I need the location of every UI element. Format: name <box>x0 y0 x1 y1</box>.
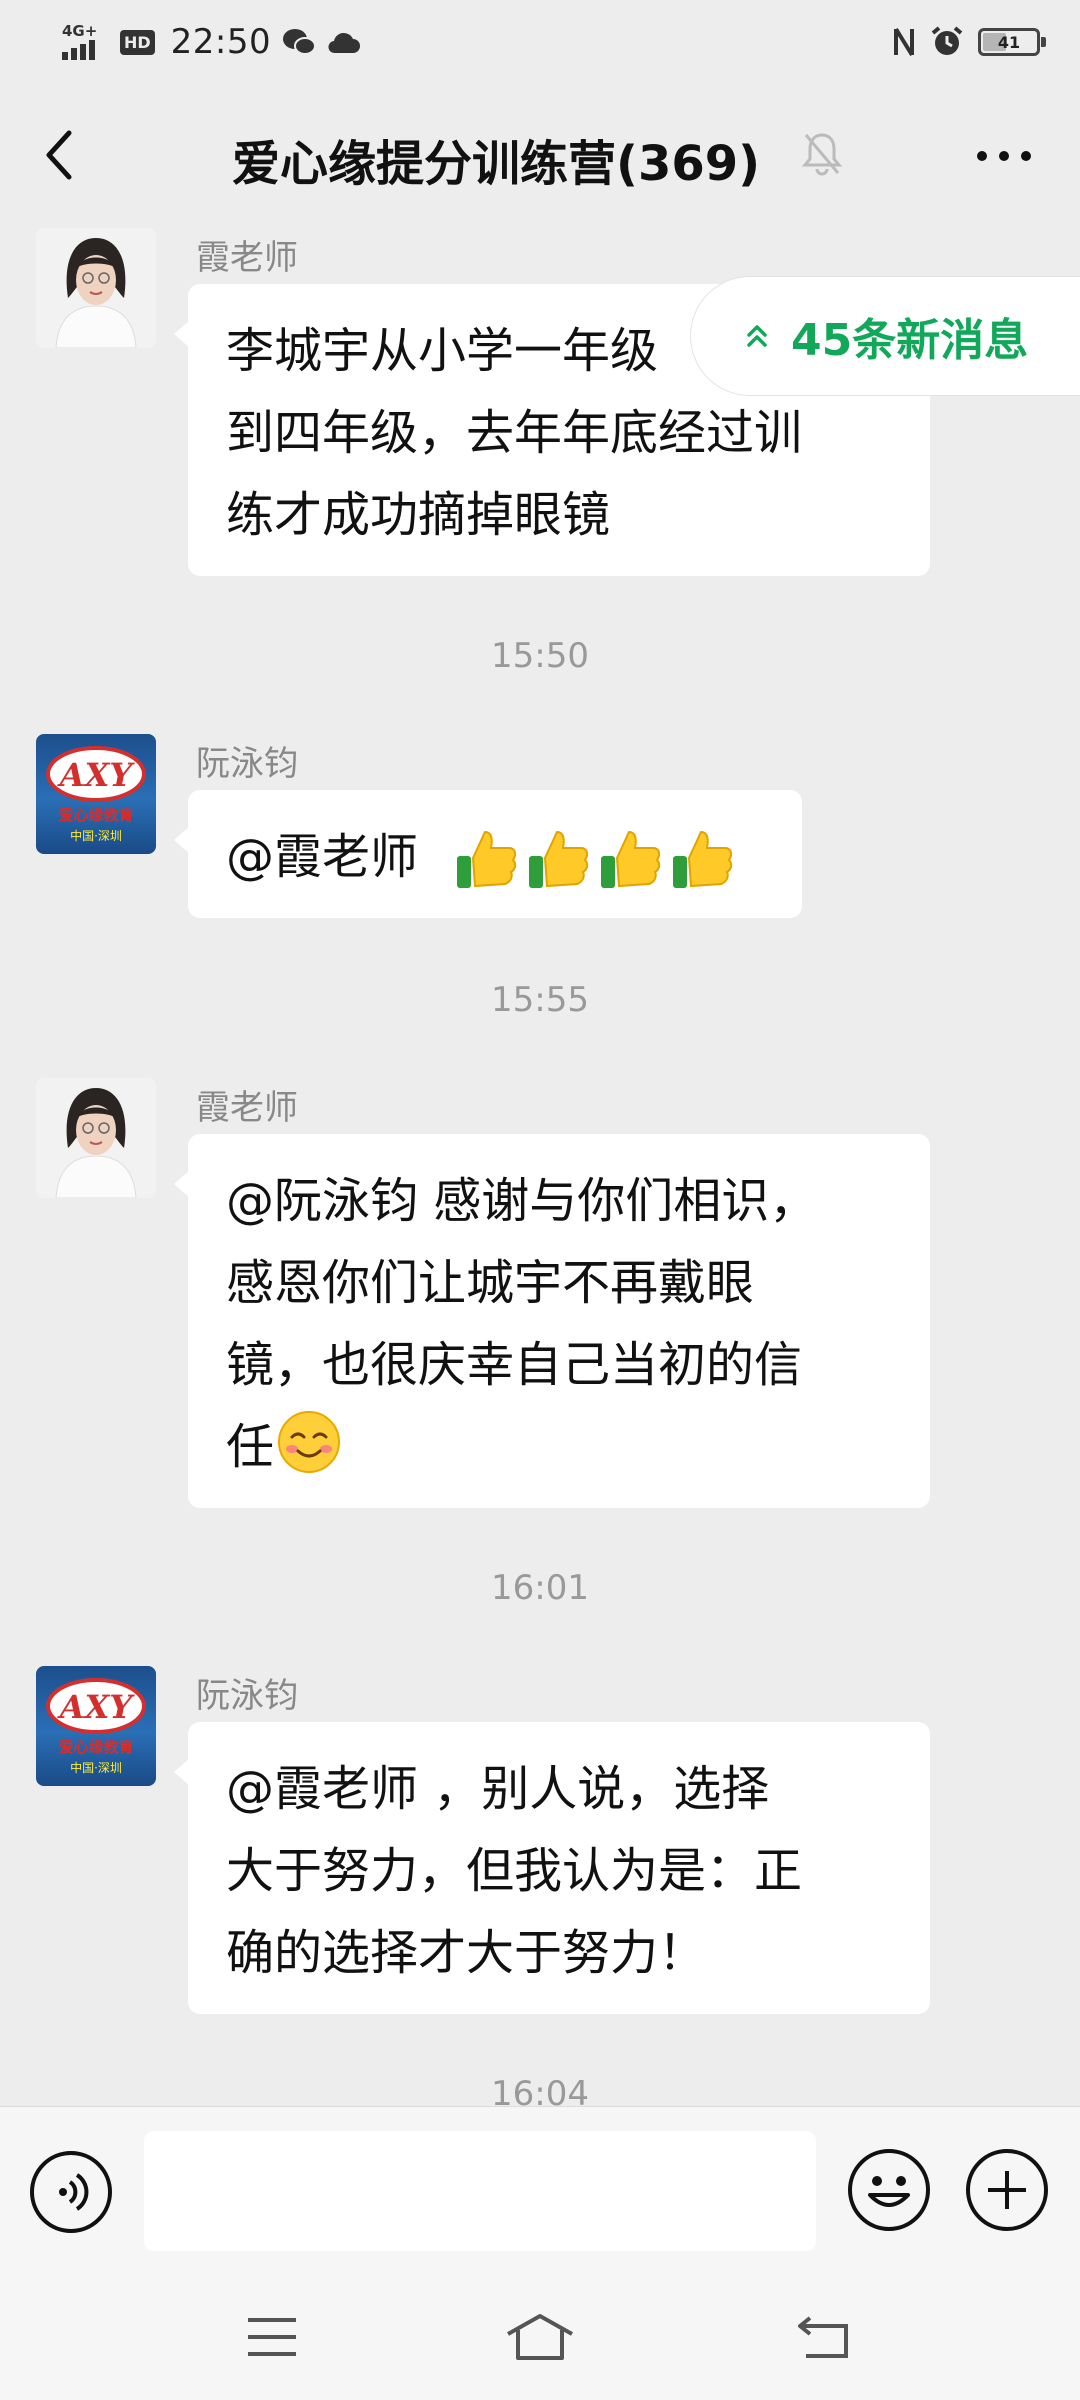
network-type: 4G+ <box>62 22 98 40</box>
woman-portrait-icon <box>36 1078 156 1198</box>
alarm-icon <box>931 26 963 55</box>
message-line-last: 任 <box>226 1406 892 1488</box>
message-line: @阮泳钧 感谢与你们相识， <box>226 1173 818 1229</box>
back-icon <box>46 130 72 180</box>
back-button[interactable] <box>30 120 86 190</box>
message-line: 任 <box>226 1419 275 1475</box>
input-bar <box>0 2106 1080 2272</box>
sender-name: 阮泳钧 <box>196 1676 298 1716</box>
thumbs-up-icon <box>529 830 589 888</box>
signal-icon: 4G+ <box>60 22 110 62</box>
message-line: @霞老师 <box>226 829 419 885</box>
emoji-group <box>453 826 737 894</box>
emoji-button[interactable] <box>848 2149 930 2231</box>
chat-header: 爱心缘提分训练营(369) <box>0 84 1080 226</box>
svg-text:中国·深圳: 中国·深圳 <box>70 828 122 843</box>
double-chevron-up-icon <box>747 325 767 347</box>
more-button[interactable] <box>964 130 1044 182</box>
status-left: 4G+ HD 22:50 <box>60 18 361 66</box>
message-line: 镜，也很庆幸自己当初的信 <box>226 1337 803 1393</box>
svg-text:AXY: AXY <box>57 1688 136 1726</box>
message-bubble[interactable]: @霞老师 ，别人说，选择 大于努力，但我认为是：正 确的选择才大于努力！ <box>174 1722 930 2014</box>
home-icon <box>507 2314 573 2360</box>
avatar[interactable]: AXY 爱心缘教育 中国·深圳 <box>36 734 156 854</box>
thumbs-up-icon <box>601 830 661 888</box>
more-icon <box>977 151 987 161</box>
new-messages-button[interactable]: 45条新消息 <box>690 276 1080 396</box>
timestamp: 16:04 <box>491 2074 589 2106</box>
message-line: 到四年级，去年年底经过训 <box>226 405 803 461</box>
system-nav-bar <box>0 2272 1080 2400</box>
timestamp: 15:50 <box>491 636 589 676</box>
avatar[interactable] <box>36 1078 156 1198</box>
message-list[interactable]: 霞老师 李城宇从小学一年级 到四年级，去年年底经过训 练才成功摘掉眼镜 15:5… <box>0 226 1080 2106</box>
battery-level: 41 <box>997 32 1021 52</box>
axy-logo-icon: AXY 爱心缘教育 中国·深圳 <box>46 1678 146 1775</box>
wechat-notification-icon <box>283 29 317 55</box>
menu-icon <box>248 2318 296 2356</box>
timestamp: 16:01 <box>491 1568 589 1608</box>
message-bubble[interactable]: @霞老师 <box>174 790 802 918</box>
message-line: 大于努力，但我认为是：正 <box>226 1843 803 1899</box>
plus-button[interactable] <box>966 2149 1048 2231</box>
smiling-face-icon <box>278 1411 341 1473</box>
message-line: 确的选择才大于努力！ <box>226 1925 707 1981</box>
thumbs-up-icon <box>457 830 517 888</box>
hd-badge: HD <box>120 29 155 55</box>
plus-icon <box>988 2171 1026 2209</box>
avatar[interactable] <box>36 228 156 348</box>
back-nav-icon <box>798 2316 848 2358</box>
emoji-icon <box>868 2176 910 2207</box>
svg-text:中国·深圳: 中国·深圳 <box>70 1760 122 1775</box>
voice-icon <box>59 2173 89 2211</box>
battery-indicator: 41 <box>978 28 1046 56</box>
woman-portrait-icon <box>36 228 156 348</box>
message-line: @霞老师 ，别人说，选择 <box>226 1761 770 1817</box>
mute-bell-icon <box>801 133 843 176</box>
avatar[interactable]: AXY 爱心缘教育 中国·深圳 <box>36 1666 156 1786</box>
nfc-icon <box>894 27 914 57</box>
message-line: 练才成功摘掉眼镜 <box>226 487 611 543</box>
page-title: 爱心缘提分训练营(369) <box>232 136 761 192</box>
svg-text:爱心缘教育: 爱心缘教育 <box>58 1738 133 1756</box>
status-right: 41 <box>892 22 1046 62</box>
message-bubble[interactable]: @阮泳钧 感谢与你们相识， 感恩你们让城宇不再戴眼 镜，也很庆幸自己当初的信 任 <box>174 1134 930 1508</box>
thumbs-up-icon <box>673 830 733 888</box>
axy-logo-icon: AXY 爱心缘教育 中国·深圳 <box>46 746 146 843</box>
message-line: 感恩你们让城宇不再戴眼 <box>226 1255 755 1311</box>
sender-name: 阮泳钧 <box>196 744 298 784</box>
svg-text:爱心缘教育: 爱心缘教育 <box>58 806 133 824</box>
new-messages-label: 45条新消息 <box>791 315 1029 366</box>
status-time: 22:50 <box>170 22 272 62</box>
back-nav-button[interactable] <box>784 2302 864 2372</box>
timestamp: 15:55 <box>491 980 589 1020</box>
sender-name: 霞老师 <box>196 238 298 278</box>
sender-name: 霞老师 <box>196 1088 298 1128</box>
menu-nav-button[interactable] <box>232 2302 312 2372</box>
svg-text:AXY: AXY <box>57 756 136 794</box>
cloud-icon <box>328 32 361 54</box>
message-input[interactable] <box>144 2131 816 2251</box>
voice-button[interactable] <box>30 2151 112 2233</box>
home-nav-button[interactable] <box>500 2302 580 2372</box>
status-bar: 4G+ HD 22:50 41 <box>0 0 1080 84</box>
